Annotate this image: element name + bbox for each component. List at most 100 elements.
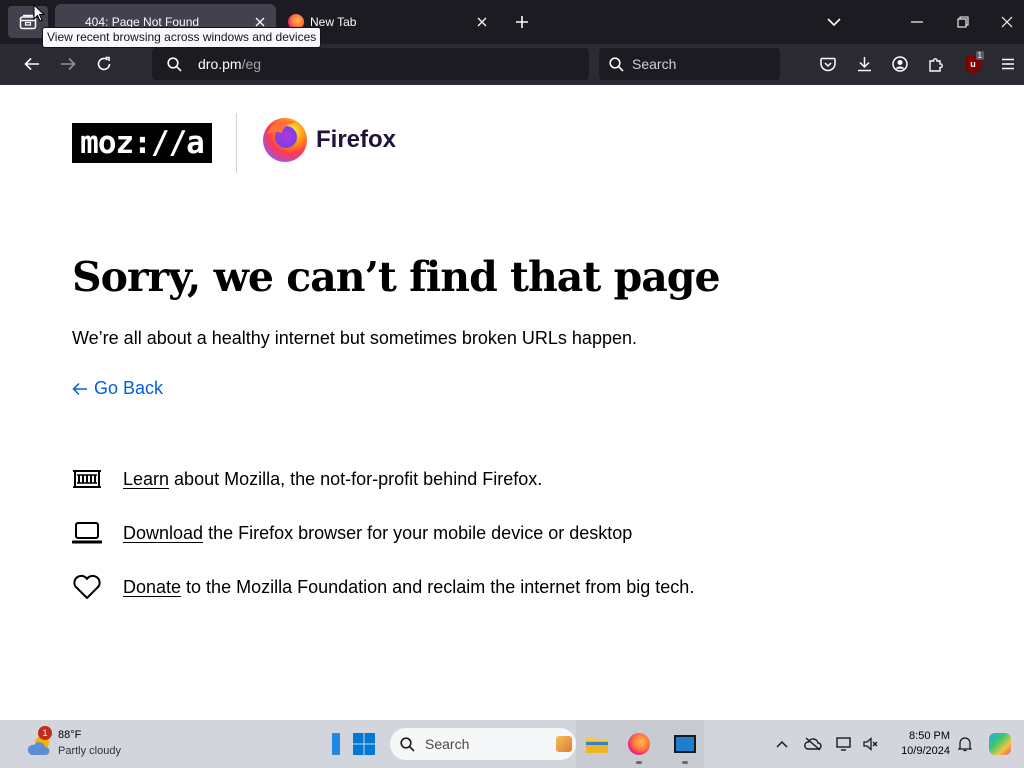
url-path: /eg	[241, 56, 262, 72]
windows-taskbar: 1 88°F Partly cloudy Search 8:50 PM 10/9…	[0, 720, 1024, 768]
close-icon	[1001, 16, 1013, 28]
search-placeholder: Search	[632, 56, 677, 72]
notifications-button[interactable]	[954, 732, 976, 756]
restore-button[interactable]	[944, 6, 982, 38]
copilot-icon	[989, 733, 1011, 755]
firefox-taskbar-button[interactable]	[624, 728, 654, 764]
hamburger-menu-icon	[1002, 58, 1014, 70]
donate-text: to the Mozilla Foundation and reclaim th…	[181, 576, 695, 597]
weather-alert-badge: 1	[38, 726, 52, 740]
cloud-offline-icon	[804, 737, 822, 751]
app-menu-button[interactable]	[996, 52, 1020, 76]
folder-icon	[586, 737, 608, 753]
account-icon	[892, 56, 908, 72]
clock[interactable]: 8:50 PM 10/9/2024	[888, 728, 950, 760]
reload-button[interactable]	[90, 50, 118, 78]
heart-icon	[72, 572, 102, 602]
downloads-button[interactable]	[852, 52, 876, 76]
close-icon	[255, 17, 265, 27]
network-icon	[836, 737, 851, 751]
firefox-logo-icon[interactable]	[261, 115, 309, 163]
network-button[interactable]	[834, 732, 856, 756]
close-window-button[interactable]	[990, 6, 1024, 38]
running-indicator	[682, 761, 688, 764]
learn-text: about Mozilla, the not-for-profit behind…	[169, 468, 543, 489]
info-row-learn: Learn about Mozilla, the not-for-profit …	[72, 464, 542, 494]
page-content: moz://a Firefox Sorry, we can’t find tha…	[0, 85, 1024, 720]
info-row-download: Download the Firefox browser for your mo…	[72, 518, 632, 548]
search-bar[interactable]: Search	[599, 48, 780, 80]
speaker-muted-icon	[863, 737, 878, 751]
reload-icon	[97, 56, 111, 71]
url-bar[interactable]: dro.pm/eg	[152, 48, 589, 80]
search-icon	[400, 736, 415, 752]
learn-link[interactable]: Learn	[123, 469, 169, 490]
info-row-donate: Donate to the Mozilla Foundation and rec…	[72, 572, 694, 602]
task-view-icon	[332, 733, 340, 755]
show-hidden-icons-button[interactable]	[772, 732, 792, 756]
chevron-up-icon	[776, 740, 788, 748]
close-icon	[477, 17, 487, 27]
mozilla-logo[interactable]: moz://a	[72, 123, 212, 163]
plus-icon	[516, 16, 528, 28]
back-button[interactable]	[18, 50, 46, 78]
restore-icon	[957, 16, 969, 28]
download-text: the Firefox browser for your mobile devi…	[203, 522, 633, 543]
onedrive-button[interactable]	[802, 732, 824, 756]
minimize-icon	[911, 21, 923, 23]
list-all-tabs-button[interactable]	[822, 10, 846, 34]
new-tab-button[interactable]	[510, 10, 534, 34]
start-button[interactable]	[350, 728, 378, 760]
taskbar-apps	[576, 720, 704, 768]
page-description: We’re all about a healthy internet but s…	[72, 328, 637, 348]
forward-button[interactable]	[54, 50, 82, 78]
bell-icon	[958, 737, 972, 752]
weather-widget[interactable]: 1 88°F Partly cloudy	[22, 726, 142, 762]
url-host: dro.pm	[198, 56, 242, 72]
clock-time: 8:50 PM	[909, 730, 950, 742]
go-back-label: Go Back	[94, 378, 164, 398]
clock-date: 10/9/2024	[901, 745, 950, 757]
laptop-icon	[72, 518, 102, 548]
app-window-icon	[674, 735, 696, 753]
download-icon	[857, 57, 871, 72]
app-taskbar-button[interactable]	[670, 728, 700, 764]
pocket-icon	[820, 57, 836, 71]
puzzle-icon	[929, 58, 943, 72]
museum-icon	[72, 464, 102, 494]
search-icon	[609, 56, 624, 72]
pocket-button[interactable]	[816, 52, 840, 76]
firefox-wordmark: Firefox	[316, 126, 397, 153]
extensions-button[interactable]	[924, 52, 948, 76]
windows-logo-icon	[353, 733, 375, 755]
arrow-left-icon	[24, 57, 39, 71]
account-button[interactable]	[888, 52, 912, 76]
close-tab-button[interactable]	[474, 14, 490, 30]
copilot-button[interactable]	[986, 730, 1014, 758]
arrow-left-icon	[72, 382, 87, 395]
search-icon	[167, 56, 182, 72]
search-highlight-icon	[556, 736, 572, 752]
volume-button[interactable]	[860, 732, 882, 756]
taskbar-search[interactable]: Search	[390, 728, 576, 760]
logo-divider	[236, 113, 237, 173]
chevron-down-icon	[827, 18, 841, 27]
page-title: Sorry, we can’t find that page	[72, 253, 721, 301]
mouse-cursor-icon	[33, 4, 45, 22]
running-indicator	[636, 761, 642, 764]
weather-description: Partly cloudy	[58, 745, 121, 757]
minimize-button[interactable]	[898, 6, 936, 38]
arrow-right-icon	[61, 57, 76, 71]
extension-badge: 1	[975, 51, 984, 60]
task-view-button[interactable]	[324, 728, 348, 760]
ublock-extension-button[interactable]: u 1	[960, 51, 986, 76]
taskbar-search-label: Search	[425, 736, 470, 752]
donate-link[interactable]: Donate	[123, 577, 181, 598]
weather-temp: 88°F	[58, 729, 82, 741]
firefox-icon	[628, 733, 650, 755]
download-link[interactable]: Download	[123, 523, 203, 544]
go-back-link[interactable]: Go Back	[72, 378, 163, 399]
tab-title: New Tab	[310, 15, 357, 29]
tooltip: View recent browsing across windows and …	[42, 27, 322, 48]
file-explorer-button[interactable]	[582, 728, 612, 760]
